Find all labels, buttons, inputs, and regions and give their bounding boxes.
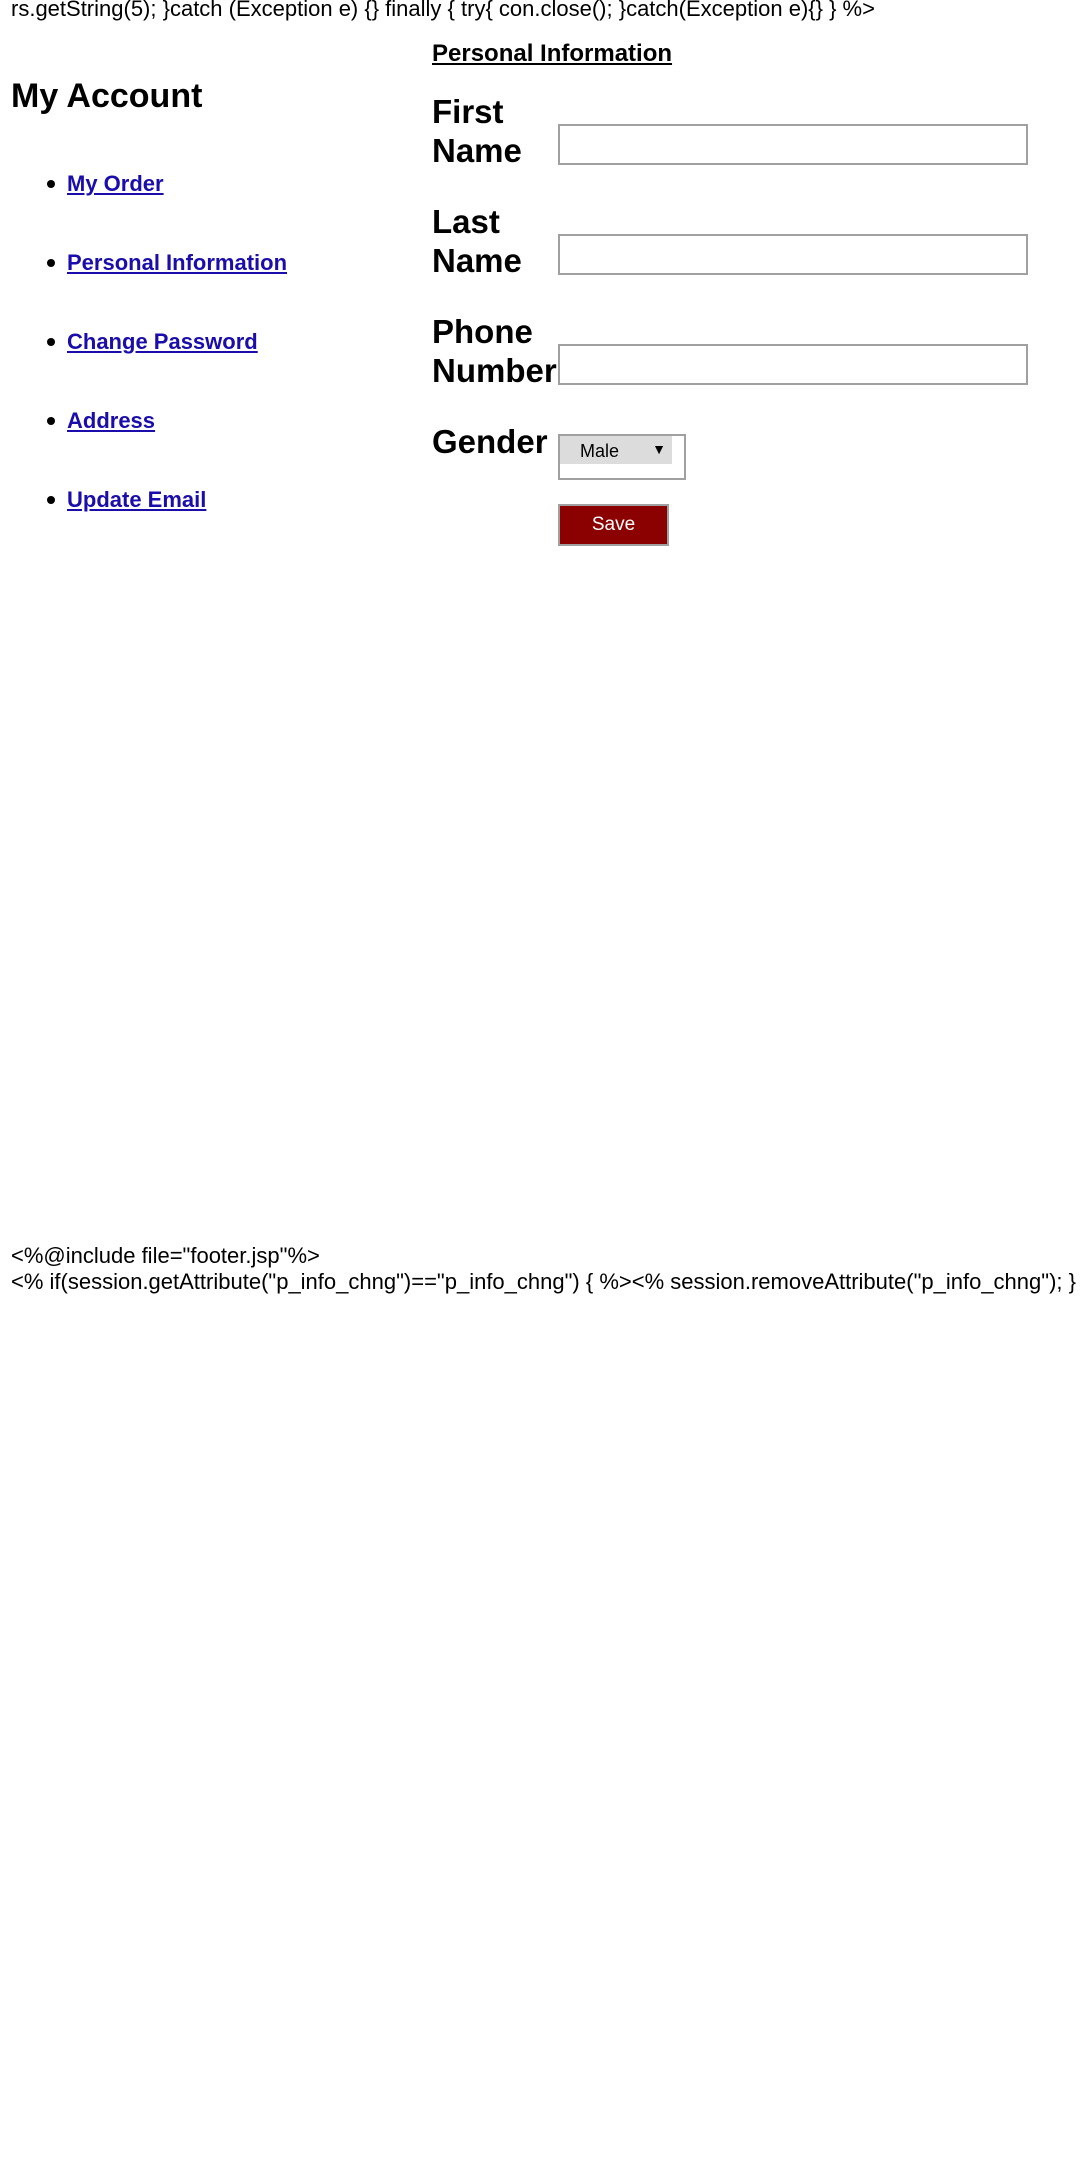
bullet-icon — [47, 259, 55, 267]
phone-row: Phone Number — [432, 312, 1052, 392]
gender-select-value-area: Male ▼ — [560, 436, 672, 464]
nav-item-update-email: Update Email — [11, 476, 287, 555]
bullet-icon — [47, 496, 55, 504]
last-name-label: Last Name — [432, 203, 522, 279]
bullet-icon — [47, 417, 55, 425]
raw-code-footer-include: <%@include file="footer.jsp"%> — [11, 1243, 320, 1268]
gender-label: Gender — [432, 423, 548, 460]
phone-input[interactable] — [558, 344, 1028, 385]
bullet-icon — [47, 338, 55, 346]
nav-item-change-password: Change Password — [11, 318, 287, 397]
gender-selected-value: Male — [580, 441, 620, 461]
raw-code-top: rs.getString(5); }catch (Exception e) {}… — [11, 0, 875, 21]
account-heading: My Account — [11, 77, 203, 115]
nav-item-personal-information: Personal Information — [11, 239, 287, 318]
account-nav: My Order Personal Information Change Pas… — [11, 160, 287, 555]
nav-item-my-order: My Order — [11, 160, 287, 239]
nav-link-update-email[interactable]: Update Email — [67, 487, 206, 512]
phone-label: Phone Number — [432, 313, 557, 389]
bullet-icon — [47, 180, 55, 188]
first-name-input[interactable] — [558, 124, 1028, 165]
gender-select[interactable]: Male ▼ — [558, 434, 686, 480]
chevron-down-icon: ▼ — [652, 441, 666, 457]
first-name-row: First Name — [432, 92, 1052, 172]
nav-link-address[interactable]: Address — [67, 408, 155, 433]
gender-row: Gender Male ▼ — [432, 422, 1052, 482]
save-button[interactable]: Save — [558, 504, 669, 546]
nav-link-personal-information[interactable]: Personal Information — [67, 250, 287, 275]
raw-code-footer-session: <% if(session.getAttribute("p_info_chng"… — [11, 1269, 1080, 1294]
last-name-row: Last Name — [432, 202, 1052, 282]
first-name-label: First Name — [432, 93, 522, 169]
last-name-input[interactable] — [558, 234, 1028, 275]
nav-item-address: Address — [11, 397, 287, 476]
nav-link-my-order[interactable]: My Order — [67, 171, 164, 196]
nav-link-change-password[interactable]: Change Password — [67, 329, 258, 354]
section-title: Personal Information — [432, 40, 673, 67]
